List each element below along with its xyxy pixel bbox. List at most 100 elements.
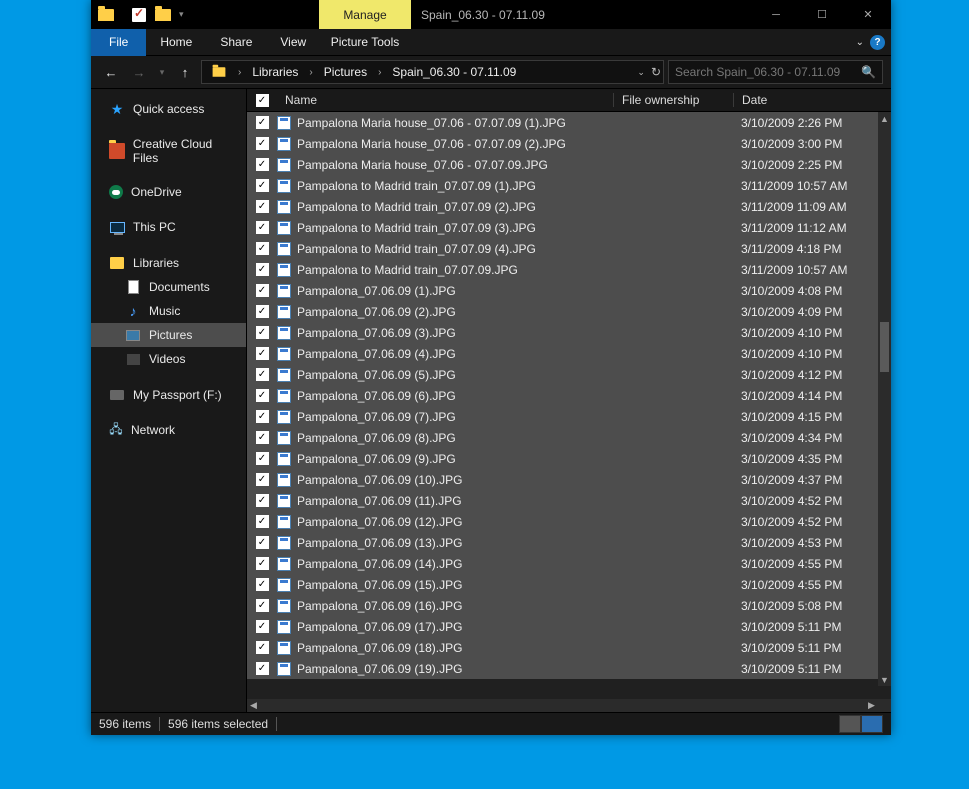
row-checkbox[interactable]: ✓: [247, 305, 277, 318]
sidebar-onedrive[interactable]: OneDrive: [91, 181, 246, 203]
file-row[interactable]: ✓Pampalona_07.06.09 (8).JPG3/10/2009 4:3…: [247, 427, 891, 448]
row-checkbox[interactable]: ✓: [247, 326, 277, 339]
file-row[interactable]: ✓Pampalona Maria house_07.06 - 07.07.09 …: [247, 112, 891, 133]
file-row[interactable]: ✓Pampalona to Madrid train_07.07.09.JPG3…: [247, 259, 891, 280]
column-name[interactable]: Name: [277, 93, 613, 107]
column-select-all[interactable]: ✓: [247, 94, 277, 107]
row-checkbox[interactable]: ✓: [247, 410, 277, 423]
row-checkbox[interactable]: ✓: [247, 557, 277, 570]
vertical-scrollbar[interactable]: ▲ ▼: [878, 112, 891, 686]
file-row[interactable]: ✓Pampalona_07.06.09 (1).JPG3/10/2009 4:0…: [247, 280, 891, 301]
tab-picture-tools[interactable]: Picture Tools: [318, 29, 412, 56]
row-checkbox[interactable]: ✓: [247, 242, 277, 255]
scroll-left-icon[interactable]: ◀: [247, 700, 260, 711]
row-checkbox[interactable]: ✓: [247, 515, 277, 528]
nav-forward-button[interactable]: →: [127, 60, 151, 84]
file-row[interactable]: ✓Pampalona_07.06.09 (17).JPG3/10/2009 5:…: [247, 616, 891, 637]
nav-history-caret-icon[interactable]: ▾: [155, 60, 169, 84]
sidebar-creative-cloud[interactable]: Creative Cloud Files: [91, 133, 246, 169]
ribbon-expand-icon[interactable]: ⌄: [856, 37, 864, 48]
file-row[interactable]: ✓Pampalona_07.06.09 (18).JPG3/10/2009 5:…: [247, 637, 891, 658]
file-row[interactable]: ✓Pampalona to Madrid train_07.07.09 (4).…: [247, 238, 891, 259]
file-row[interactable]: ✓Pampalona_07.06.09 (12).JPG3/10/2009 4:…: [247, 511, 891, 532]
row-checkbox[interactable]: ✓: [247, 641, 277, 654]
qat-caret-icon[interactable]: ▾: [176, 9, 187, 20]
row-checkbox[interactable]: ✓: [247, 347, 277, 360]
help-icon[interactable]: ?: [870, 35, 885, 50]
minimize-button[interactable]: ─: [753, 0, 799, 29]
tab-file[interactable]: File: [91, 29, 146, 56]
breadcrumb-pictures[interactable]: Pictures: [317, 61, 374, 83]
file-row[interactable]: ✓Pampalona_07.06.09 (3).JPG3/10/2009 4:1…: [247, 322, 891, 343]
horizontal-scrollbar[interactable]: ◀ ▶: [247, 699, 891, 712]
app-icon[interactable]: [95, 4, 117, 26]
file-row[interactable]: ✓Pampalona Maria house_07.06 - 07.07.09.…: [247, 154, 891, 175]
breadcrumb-libraries[interactable]: Libraries: [245, 61, 305, 83]
file-row[interactable]: ✓Pampalona_07.06.09 (14).JPG3/10/2009 4:…: [247, 553, 891, 574]
file-row[interactable]: ✓Pampalona_07.06.09 (11).JPG3/10/2009 4:…: [247, 490, 891, 511]
row-checkbox[interactable]: ✓: [247, 578, 277, 591]
sidebar-music[interactable]: ♪Music: [91, 299, 246, 323]
qat-properties[interactable]: [128, 4, 150, 26]
tab-share[interactable]: Share: [206, 29, 266, 56]
address-bar[interactable]: › Libraries › Pictures › Spain_06.30 - 0…: [201, 60, 664, 84]
close-button[interactable]: ✕: [845, 0, 891, 29]
file-row[interactable]: ✓Pampalona to Madrid train_07.07.09 (2).…: [247, 196, 891, 217]
row-checkbox[interactable]: ✓: [247, 179, 277, 192]
tab-view[interactable]: View: [266, 29, 320, 56]
file-list[interactable]: ✓Pampalona Maria house_07.06 - 07.07.09 …: [247, 112, 891, 699]
search-input[interactable]: Search Spain_06.30 - 07.11.09 🔍: [668, 60, 883, 84]
row-checkbox[interactable]: ✓: [247, 368, 277, 381]
row-checkbox[interactable]: ✓: [247, 536, 277, 549]
tab-home[interactable]: Home: [146, 29, 206, 56]
sidebar-libraries[interactable]: Libraries: [91, 251, 246, 275]
refresh-icon[interactable]: ↻: [651, 65, 661, 79]
row-checkbox[interactable]: ✓: [247, 599, 277, 612]
file-row[interactable]: ✓Pampalona_07.06.09 (19).JPG3/10/2009 5:…: [247, 658, 891, 679]
chevron-right-icon[interactable]: ›: [374, 67, 385, 78]
file-row[interactable]: ✓Pampalona_07.06.09 (13).JPG3/10/2009 4:…: [247, 532, 891, 553]
scroll-up-icon[interactable]: ▲: [878, 112, 891, 125]
sidebar-passport[interactable]: My Passport (F:): [91, 383, 246, 407]
file-row[interactable]: ✓Pampalona_07.06.09 (15).JPG3/10/2009 4:…: [247, 574, 891, 595]
file-row[interactable]: ✓Pampalona_07.06.09 (10).JPG3/10/2009 4:…: [247, 469, 891, 490]
sidebar-pictures[interactable]: Pictures: [91, 323, 246, 347]
view-thumbnails-button[interactable]: [861, 715, 883, 733]
sidebar-videos[interactable]: Videos: [91, 347, 246, 371]
row-checkbox[interactable]: ✓: [247, 263, 277, 276]
context-tab-manage[interactable]: Manage: [319, 0, 411, 29]
row-checkbox[interactable]: ✓: [247, 200, 277, 213]
column-date[interactable]: Date: [733, 93, 891, 107]
scroll-right-icon[interactable]: ▶: [865, 700, 878, 711]
maximize-button[interactable]: ☐: [799, 0, 845, 29]
sidebar-this-pc[interactable]: This PC: [91, 215, 246, 239]
sidebar-quick-access[interactable]: ★Quick access: [91, 97, 246, 121]
row-checkbox[interactable]: ✓: [247, 662, 277, 675]
row-checkbox[interactable]: ✓: [247, 431, 277, 444]
file-row[interactable]: ✓Pampalona to Madrid train_07.07.09 (1).…: [247, 175, 891, 196]
chevron-right-icon[interactable]: ›: [305, 67, 316, 78]
nav-back-button[interactable]: ←: [99, 60, 123, 84]
row-checkbox[interactable]: ✓: [247, 389, 277, 402]
qat-newfolder[interactable]: [152, 4, 174, 26]
file-row[interactable]: ✓Pampalona_07.06.09 (6).JPG3/10/2009 4:1…: [247, 385, 891, 406]
row-checkbox[interactable]: ✓: [247, 473, 277, 486]
history-caret-icon[interactable]: ⌄: [637, 67, 645, 78]
column-file-ownership[interactable]: File ownership: [613, 93, 733, 107]
chevron-right-icon[interactable]: ›: [234, 67, 245, 78]
sidebar-network[interactable]: 🖧Network: [91, 419, 246, 441]
file-row[interactable]: ✓Pampalona Maria house_07.06 - 07.07.09 …: [247, 133, 891, 154]
file-row[interactable]: ✓Pampalona_07.06.09 (16).JPG3/10/2009 5:…: [247, 595, 891, 616]
file-row[interactable]: ✓Pampalona_07.06.09 (4).JPG3/10/2009 4:1…: [247, 343, 891, 364]
scrollbar-thumb[interactable]: [880, 322, 889, 372]
row-checkbox[interactable]: ✓: [247, 620, 277, 633]
row-checkbox[interactable]: ✓: [247, 452, 277, 465]
row-checkbox[interactable]: ✓: [247, 221, 277, 234]
breadcrumb-root[interactable]: [204, 61, 234, 83]
row-checkbox[interactable]: ✓: [247, 137, 277, 150]
row-checkbox[interactable]: ✓: [247, 116, 277, 129]
view-details-button[interactable]: [839, 715, 861, 733]
row-checkbox[interactable]: ✓: [247, 494, 277, 507]
scroll-down-icon[interactable]: ▼: [878, 673, 891, 686]
file-row[interactable]: ✓Pampalona_07.06.09 (2).JPG3/10/2009 4:0…: [247, 301, 891, 322]
